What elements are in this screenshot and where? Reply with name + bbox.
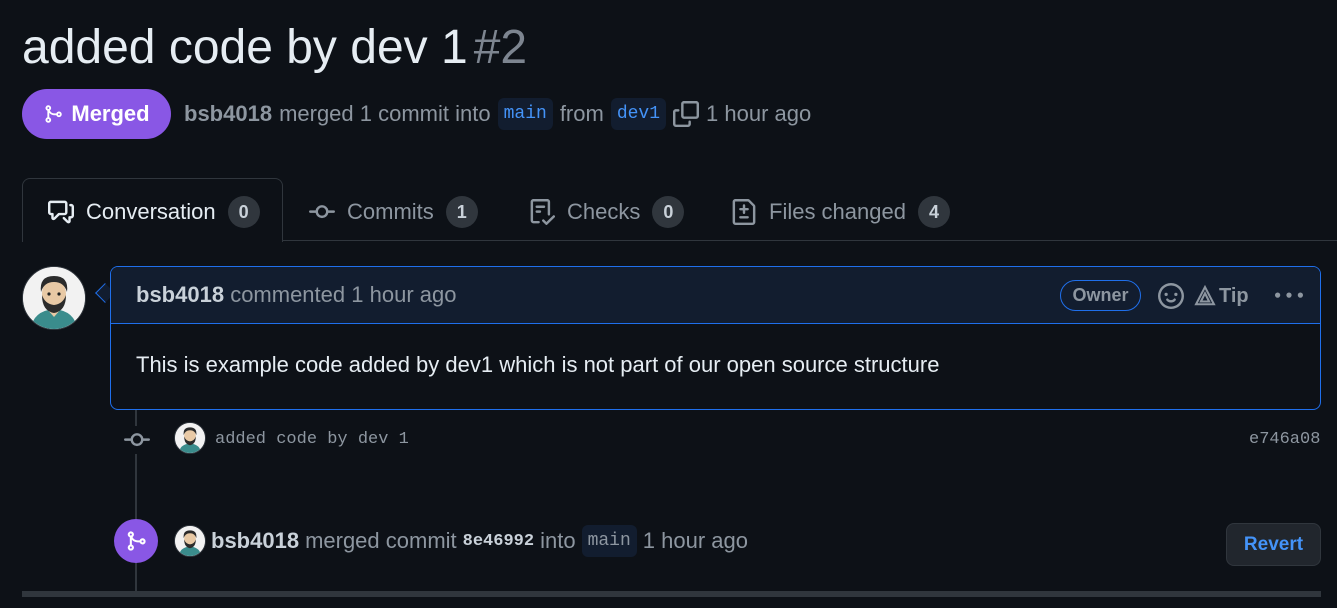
pr-from-text: from	[559, 101, 604, 126]
tab-commits-label: Commits	[347, 199, 434, 224]
tab-files-changed[interactable]: Files changed 4	[731, 190, 950, 234]
tip-label: Tip	[1219, 284, 1249, 307]
pr-meta-line: bsb4018 merged 1 commit into main from d…	[184, 96, 811, 132]
tab-checks-label: Checks	[567, 199, 641, 224]
avatar[interactable]	[22, 266, 86, 330]
git-commit-icon	[122, 426, 152, 454]
merge-time-link[interactable]: 1 hour ago	[643, 528, 748, 554]
comment-meta: bsb4018 commented 1 hour ago	[136, 282, 456, 308]
merge-sha-link[interactable]: 8e46992	[463, 532, 534, 551]
comment-action: commented	[230, 282, 346, 307]
comment-body: This is example code added by dev1 which…	[136, 352, 940, 377]
merge-event-text: bsb4018 merged commit 8e46992 into main …	[211, 522, 748, 560]
copilot-icon	[1194, 285, 1216, 307]
tab-conversation-label: Conversation	[86, 199, 216, 224]
comment-time-link[interactable]: 1 hour ago	[351, 282, 456, 307]
comment-header-actions: Tip	[1158, 280, 1303, 312]
merged-state-badge: Merged	[22, 89, 171, 139]
tab-conversation-counter: 0	[227, 196, 260, 228]
git-merge-icon	[125, 530, 147, 552]
checklist-icon	[529, 199, 555, 225]
pr-merge-text: merged 1 commit into	[279, 101, 491, 126]
merge-event-badge	[114, 519, 158, 563]
pr-title-text: added code by dev 1	[22, 21, 468, 74]
pr-title: added code by dev 1 #2	[22, 18, 527, 78]
merge-action: merged commit	[305, 528, 457, 553]
tab-commits-counter: 1	[445, 196, 478, 228]
section-divider	[22, 591, 1321, 597]
comment-author-link[interactable]: bsb4018	[136, 282, 224, 307]
merge-branch-link[interactable]: main	[581, 525, 637, 557]
kebab-horizontal-icon[interactable]	[1274, 282, 1303, 310]
merge-avatar[interactable]	[174, 525, 206, 557]
file-diff-icon	[731, 199, 757, 225]
pr-author-link[interactable]: bsb4018	[184, 101, 272, 127]
commit-avatar[interactable]	[174, 422, 206, 454]
smiley-icon[interactable]	[1158, 283, 1184, 309]
copy-icon[interactable]	[673, 101, 700, 127]
tab-commits[interactable]: Commits 1	[309, 190, 478, 234]
commit-sha-link[interactable]: e746a08	[1249, 430, 1320, 449]
git-commit-icon	[309, 199, 335, 225]
owner-badge: Owner	[1060, 280, 1141, 311]
tab-files-changed-counter: 4	[917, 196, 950, 228]
base-branch-link[interactable]: main	[497, 98, 553, 130]
merge-into-text: into	[540, 528, 576, 553]
tab-checks[interactable]: Checks 0	[529, 190, 685, 234]
tab-files-changed-label: Files changed	[769, 199, 906, 224]
tab-checks-counter: 0	[652, 196, 685, 228]
pr-time: 1 hour ago	[706, 101, 812, 126]
head-branch-link[interactable]: dev1	[610, 98, 667, 130]
commit-message-link[interactable]: added code by dev 1	[215, 430, 409, 449]
tab-conversation[interactable]: Conversation 0	[48, 190, 260, 234]
merge-author-link[interactable]: bsb4018	[211, 528, 299, 554]
pr-number: #2	[473, 21, 528, 74]
git-merge-icon	[43, 103, 63, 125]
tip-button[interactable]: Tip	[1194, 285, 1249, 308]
comment-discussion-icon	[48, 199, 74, 225]
merged-state-label: Merged	[71, 101, 150, 126]
revert-button[interactable]: Revert	[1226, 523, 1321, 566]
